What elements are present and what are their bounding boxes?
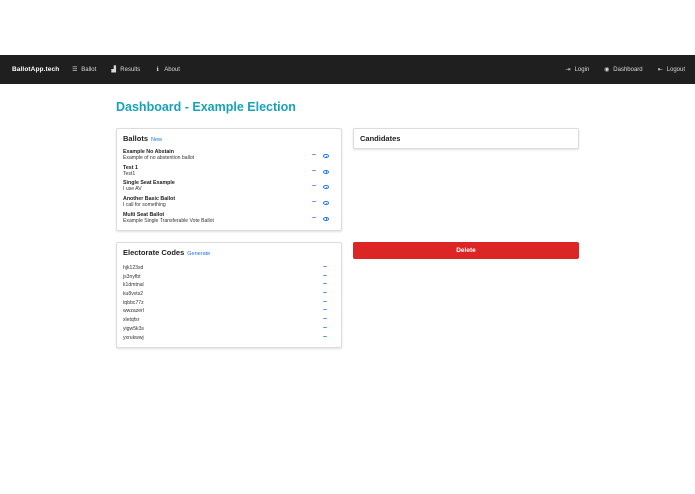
candidates-card: Candidates [353,128,579,149]
code-row: tqbbc77z − [123,299,335,308]
remove-code-icon[interactable]: − [323,290,327,298]
login-icon: ⇥ [565,67,571,73]
remove-ballot-icon[interactable]: − [312,199,316,206]
code-row: xletqfsr − [123,316,335,325]
ballot-description: I use AV [123,186,142,193]
nav-logout[interactable]: ⇤ Logout [657,66,685,74]
code-value: wwzazerl [123,308,144,315]
electorate-header: Electorate Codes Generate [123,248,335,257]
nav-dashboard[interactable]: ◉ Dashboard [603,66,643,74]
logout-icon: ⇤ [657,67,663,73]
code-value: k1dmtnal [123,282,144,289]
ballot-row: Another Basic Ballot I call for somethin… [123,196,335,212]
dashboard-icon: ◉ [604,67,610,73]
remove-ballot-icon[interactable]: − [312,168,316,175]
code-row: js3nyfbt − [123,273,335,282]
nav-login[interactable]: ⇥ Login [565,66,590,74]
view-ballot-icon[interactable] [323,154,329,158]
remove-code-icon[interactable]: − [323,281,327,289]
code-row: hjk123sd − [123,264,335,273]
ballots-header: Ballots New [123,134,335,143]
ballot-actions: − [312,152,329,159]
ballot-list: Example No Abstain Example of no abstent… [123,149,335,227]
remove-code-icon[interactable]: − [323,307,327,315]
info-icon: ℹ [156,67,159,73]
electorate-codes-card: Electorate Codes Generate hjk123sd − js3… [116,242,342,348]
brand-link[interactable]: BallotApp.tech [12,66,59,73]
code-value: tqbbc77z [123,299,144,306]
ballot-description: Test1 [123,170,136,177]
code-value: ku8vvts2 [123,291,144,298]
view-ballot-icon[interactable] [323,169,329,174]
remove-ballot-icon[interactable]: − [312,152,316,159]
nav-ballot[interactable]: ☰ Ballot [71,66,97,74]
ballot-description: Example of no abstention ballot [123,155,195,161]
remove-ballot-icon[interactable]: − [312,183,316,190]
code-list: hjk123sd − js3nyfbt − k1dmtnal − ku8vvts… [123,264,335,342]
view-ballot-icon[interactable] [323,201,329,206]
nav-dashboard-label: Dashboard [613,66,643,73]
remove-code-icon[interactable]: − [323,316,327,324]
ballot-row: Test 1 Test1 − [123,165,335,181]
remove-code-icon[interactable]: − [323,325,327,333]
ballots-title: Ballots [123,134,149,143]
remove-code-icon[interactable]: − [323,273,327,281]
view-ballot-icon[interactable] [323,216,329,221]
code-row: yxrukwwj − [123,334,335,343]
nav-ballot-label: Ballot [81,66,97,73]
remove-code-icon[interactable]: − [323,334,327,342]
new-ballot-link[interactable]: New [151,137,162,143]
ballot-row: Multi Seat Ballot Example Single Transfe… [123,212,335,228]
navbar: BallotApp.tech ☰ Ballot ▟ Results ℹ Abou… [0,55,695,84]
delete-button[interactable]: Delete [353,242,579,259]
electorate-title: Electorate Codes [123,248,185,257]
ballot-row: Example No Abstain Example of no abstent… [123,149,335,165]
code-row: k1dmtnal − [123,281,335,290]
code-value: js3nyfbt [123,273,141,280]
remove-ballot-icon[interactable]: − [312,215,316,222]
code-row: wwzazerl − [123,307,335,316]
page-title: Dashboard - Example Election [116,100,296,114]
candidates-title: Candidates [360,134,401,143]
nav-results-label: Results [120,66,141,73]
ballot-actions: − [312,215,329,222]
candidates-header: Candidates [360,134,572,143]
ballot-row: Single Seat Example I use AV − [123,180,335,196]
nav-about-label: About [164,66,180,73]
ballot-actions: − [312,183,329,190]
ballot-description: I call for something [123,202,166,209]
remove-code-icon[interactable]: − [323,299,327,307]
ballot-actions: − [312,199,329,206]
code-row: ku8vvts2 − [123,290,335,299]
ballot-actions: − [312,168,329,175]
nav-about[interactable]: ℹ About [154,66,180,74]
code-value: xletqfsr [123,317,140,324]
nav-results[interactable]: ▟ Results [110,66,141,74]
code-value: hjk123sd [123,265,144,271]
generate-codes-link[interactable]: Generate [187,251,210,257]
code-value: yxrukwwj [123,334,144,341]
chart-icon: ▟ [111,67,117,73]
list-icon: ☰ [72,67,78,73]
nav-logout-label: Logout [666,66,685,73]
view-ballot-icon[interactable] [323,185,329,190]
nav-right-group: ⇥ Login ◉ Dashboard ⇤ Logout [551,66,685,74]
ballots-card: Ballots New Example No Abstain Example o… [116,128,342,231]
remove-code-icon[interactable]: − [323,264,327,272]
code-value: yigw5k3s [123,325,144,332]
code-row: yigw5k3s − [123,325,335,334]
ballot-description: Example Single Transferable Vote Ballot [123,217,214,224]
nav-login-label: Login [574,66,590,73]
